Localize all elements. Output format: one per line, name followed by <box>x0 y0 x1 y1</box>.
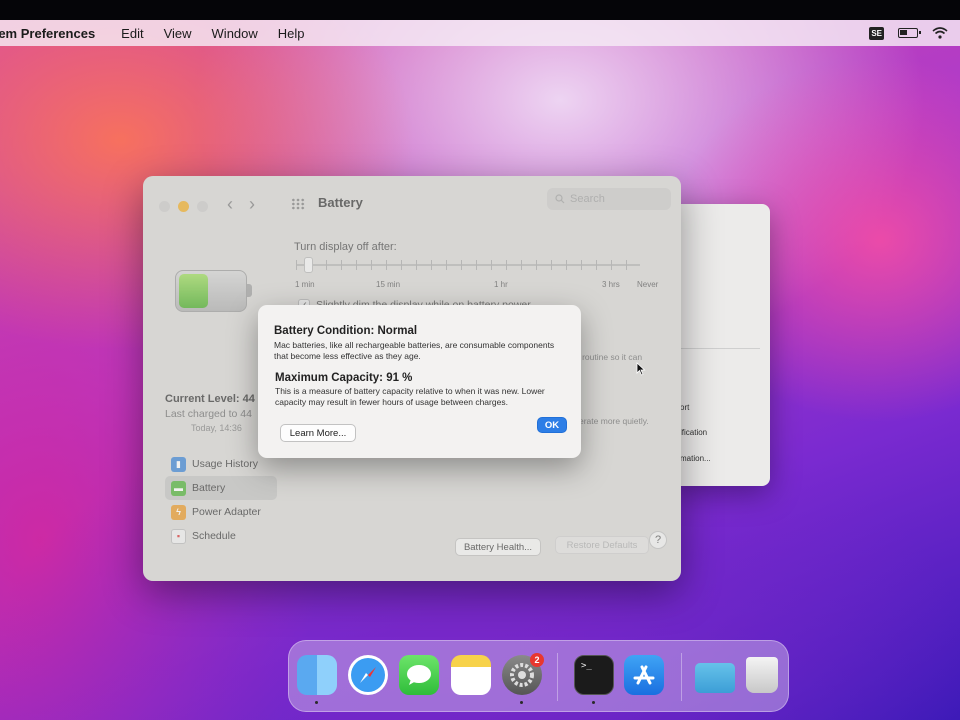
battery-health-alert: Battery Condition: Normal Mac batteries,… <box>258 305 581 458</box>
finder-icon[interactable] <box>297 655 337 695</box>
learn-more-button[interactable]: Learn More... <box>280 424 356 442</box>
menu-edit[interactable]: Edit <box>121 26 143 41</box>
menu-window[interactable]: Window <box>212 26 258 41</box>
divider <box>680 348 760 349</box>
menu-bar: tem Preferences Edit View Window Help SE <box>0 20 960 46</box>
battery-status-icon[interactable] <box>898 28 921 38</box>
dock-separator <box>557 653 558 701</box>
notes-icon[interactable] <box>451 655 491 695</box>
notification-badge: 2 <box>530 653 544 667</box>
messages-icon[interactable] <box>399 655 439 695</box>
trash-icon[interactable] <box>746 657 778 693</box>
input-source-badge[interactable]: SE <box>869 26 884 40</box>
ok-button[interactable]: OK <box>537 417 567 433</box>
background-text: ort <box>680 403 690 412</box>
background-text: ification <box>680 428 708 437</box>
background-text: mation... <box>680 454 711 463</box>
maximum-capacity-description: This is a measure of battery capacity re… <box>275 386 545 407</box>
terminal-prompt: >_ <box>581 661 592 671</box>
battery-condition-heading: Battery Condition: Normal <box>274 325 418 337</box>
safari-icon[interactable] <box>348 655 388 695</box>
background-window[interactable]: ort ification mation... <box>672 204 770 486</box>
wifi-icon[interactable] <box>932 27 948 39</box>
maximum-capacity-heading: Maximum Capacity: 91 % <box>275 372 413 384</box>
battery-condition-description: Mac batteries, like all rechargeable bat… <box>274 340 555 361</box>
menu-app-name[interactable]: tem Preferences <box>0 26 95 41</box>
screen-bezel <box>0 0 960 20</box>
dock: 2 >_ <box>288 640 789 712</box>
running-indicator <box>315 701 318 704</box>
dock-separator <box>681 653 682 701</box>
mouse-cursor-icon <box>636 362 646 376</box>
downloads-folder-icon[interactable] <box>695 663 735 693</box>
menu-view[interactable]: View <box>164 26 192 41</box>
running-indicator <box>520 701 523 704</box>
menu-help[interactable]: Help <box>278 26 305 41</box>
app-store-icon[interactable] <box>624 655 664 695</box>
menu-status-area: SE <box>869 20 948 46</box>
running-indicator <box>592 701 595 704</box>
terminal-icon[interactable]: >_ <box>574 655 614 695</box>
